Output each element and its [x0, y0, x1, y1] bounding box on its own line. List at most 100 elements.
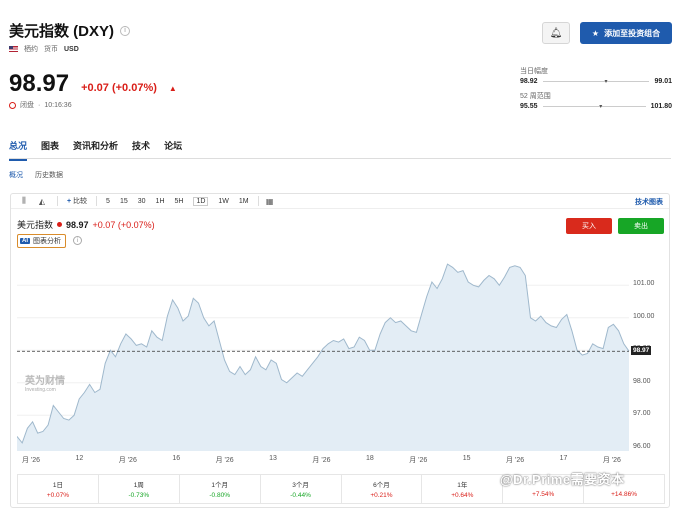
x-tick-label: 月 '26 [312, 457, 331, 464]
performance-change: -0.73% [128, 492, 150, 499]
tabs-divider [9, 158, 671, 159]
x-tick-label: 15 [462, 455, 471, 462]
performance-cell[interactable]: 1个月 -0.80% [180, 475, 261, 503]
live-dot-icon [57, 222, 63, 227]
header: 美元指数 (DXY) i [9, 20, 669, 41]
footer-watermark: @Dr.Prime需要资本 [500, 472, 625, 487]
performance-period: 1年 [457, 482, 468, 489]
last-price-tag: 98.97 [631, 346, 652, 356]
week52-range-marker: ▾ [599, 104, 603, 110]
period-1d[interactable]: 1D [193, 196, 209, 206]
period-5h[interactable]: 5H [175, 198, 184, 205]
compare-button[interactable]: + 比较 [67, 196, 87, 206]
tech-chart-link[interactable]: 技术图表 [635, 197, 663, 207]
chart-panel: ⫼ ◭ + 比较 5 15 30 1H 5H 1D 1W 1M ▦ 技术图表 美… [10, 193, 670, 508]
performance-change: -0.80% [209, 492, 230, 499]
investing-watermark: 英为财情 Investing.com [25, 376, 65, 393]
week52-range-low: 95.55 [520, 103, 538, 110]
add-to-portfolio-button[interactable]: ★ 添加至投资组合 [580, 22, 672, 44]
x-tick-label: 月 '26 [602, 457, 621, 464]
period-15[interactable]: 15 [120, 198, 128, 205]
info-icon[interactable]: i [120, 25, 131, 36]
performance-period: 6个月 [373, 482, 390, 489]
ai-badge: AI [20, 238, 30, 244]
chart-legend: 美元指数 98.97 +0.07 (+0.07%) [17, 218, 155, 231]
price-row: 98.97 +0.07 (+0.07%) ▲ [9, 70, 177, 98]
week52-range-high: 101.80 [650, 103, 672, 110]
performance-period: 1日 [52, 482, 63, 489]
currency-label: 货币 [44, 46, 58, 53]
performance-change: -0.44% [290, 492, 311, 499]
y-tick-label: 100.00 [633, 312, 655, 320]
status-text: 闭盘 [20, 102, 34, 109]
x-tick-label: 月 '26 [118, 457, 137, 464]
market-status: 闭盘 · 10:16:36 [9, 100, 72, 110]
market-meta: 栖约 货币 USD [9, 44, 79, 54]
plus-icon: + [67, 198, 72, 205]
period-1h[interactable]: 1H [156, 198, 165, 205]
day-range-bar: ▾ [542, 79, 650, 85]
sub-tabs: 概况 历史数据 [9, 170, 63, 180]
performance-cell[interactable]: 1日 +0.07% [18, 475, 99, 503]
x-tick-label: 18 [365, 455, 374, 462]
performance-cell[interactable]: 1周 -0.73% [99, 475, 180, 503]
performance-period: 3个月 [292, 482, 309, 489]
y-tick-label: 97.00 [633, 410, 651, 418]
help-icon[interactable]: i [73, 236, 82, 245]
period-1m[interactable]: 1M [239, 198, 249, 205]
performance-change: +0.21% [370, 492, 393, 499]
clock-icon [9, 101, 16, 109]
x-tick-label: 月 '26 [215, 457, 234, 464]
chart-analysis-label: 图表分析 [33, 238, 61, 245]
period-30[interactable]: 30 [138, 198, 146, 205]
last-price: 98.97 [9, 70, 70, 97]
market-label: 栖约 [24, 46, 38, 53]
x-tick-label: 月 '26 [21, 457, 41, 464]
performance-change: +14.86% [611, 490, 637, 498]
star-icon: ★ [591, 28, 600, 38]
area-chart-icon[interactable]: ◭ [35, 196, 49, 206]
period-5[interactable]: 5 [106, 198, 110, 205]
x-tick-label: 17 [559, 455, 568, 462]
x-tick-label: 月 '26 [506, 457, 525, 464]
buy-button[interactable]: 买入 [566, 218, 612, 234]
y-tick-label: 98.00 [633, 377, 651, 385]
x-axis: 月 '26 12 月 '26 16 月 '26 13 月 '26 18 月 '26 15 月 '26… [11, 455, 671, 465]
chart-analysis-button[interactable]: AI 图表分析 [17, 234, 66, 248]
alert-button[interactable]: 🔔︎ [542, 22, 570, 44]
subtab-historical-data[interactable]: 历史数据 [35, 170, 63, 180]
legend-change: +0.07 (+0.07%) [92, 219, 155, 230]
price-area-chart[interactable] [17, 256, 665, 451]
day-range-marker: ▾ [604, 79, 608, 85]
performance-period: 1周 [133, 482, 144, 489]
sell-button[interactable]: 卖出 [618, 218, 664, 234]
table-icon[interactable]: ▦ [263, 196, 277, 206]
bell-plus-icon: 🔔︎ [549, 27, 563, 39]
chart-toolbar: ⫼ ◭ + 比较 5 15 30 1H 5H 1D 1W 1M ▦ 技术图表 [11, 194, 669, 209]
day-range: 当日幅度 98.92 ▾ 99.01 [520, 66, 672, 85]
candlestick-icon[interactable]: ⫼ [17, 196, 31, 206]
subtab-overview[interactable]: 概况 [9, 170, 23, 180]
add-to-portfolio-label: 添加至投资组合 [604, 28, 661, 38]
week52-range: 52 周范围 95.55 ▾ 101.80 [520, 91, 672, 110]
performance-change: +0.07% [46, 492, 70, 499]
week52-range-label: 52 周范围 [520, 93, 551, 100]
price-area [17, 264, 629, 451]
y-tick-label: 96.00 [633, 442, 651, 450]
performance-cell[interactable]: 3个月 -0.44% [261, 475, 342, 503]
period-1w[interactable]: 1W [218, 198, 229, 205]
x-tick-label: 月 '26 [409, 457, 428, 464]
status-time: 10:16:36 [44, 101, 72, 109]
day-range-label: 当日幅度 [520, 68, 548, 75]
week52-range-bar: ▾ [542, 104, 646, 110]
performance-cell[interactable]: 6个月 +0.21% [342, 475, 423, 503]
currency-value: USD [64, 45, 79, 53]
performance-change: +7.54% [532, 490, 555, 498]
up-arrow-icon: ▲ [168, 84, 177, 93]
performance-change: +0.64% [451, 492, 474, 499]
legend-name: 美元指数 [17, 220, 54, 230]
page-title: 美元指数 (DXY) [9, 23, 115, 40]
legend-price: 98.97 [66, 219, 89, 230]
us-flag-icon [9, 46, 18, 52]
performance-cell[interactable]: 1年 +0.64% [422, 475, 504, 503]
